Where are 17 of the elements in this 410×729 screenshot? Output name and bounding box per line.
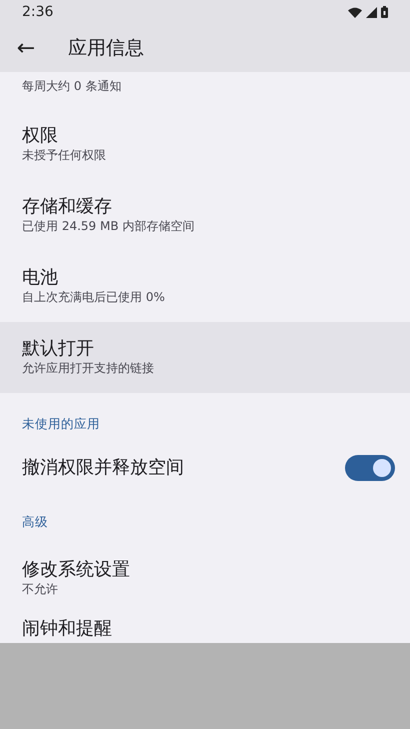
section-header: 未使用的应用 <box>21 415 101 433</box>
status-time: 2:36 <box>22 2 54 22</box>
settings-item[interactable]: 闹钟和提醒 <box>0 614 410 640</box>
settings-item[interactable]: 权限 未授予任何权限 <box>0 109 410 180</box>
settings-item[interactable]: 电池 自上次充满电后已使用 0% <box>0 251 410 322</box>
page-title: 应用信息 <box>68 36 144 61</box>
settings-item[interactable]: 存储和缓存 已使用 24.59 MB 内部存储空间 <box>0 180 410 251</box>
toggle-switch[interactable] <box>345 455 395 481</box>
setting-subtitle: 每周大约 0 条通知 <box>22 78 122 95</box>
back-button[interactable]: ← <box>0 24 52 72</box>
battery-icon <box>381 6 388 18</box>
wifi-icon <box>348 6 362 18</box>
setting-title: 撤消权限并释放空间 <box>22 457 184 479</box>
settings-item[interactable]: 修改系统设置 不允许 <box>0 543 410 614</box>
section-header: 高级 <box>21 513 49 531</box>
settings-item[interactable]: 默认打开 允许应用打开支持的链接 <box>0 322 410 393</box>
signal-icon <box>366 6 377 18</box>
